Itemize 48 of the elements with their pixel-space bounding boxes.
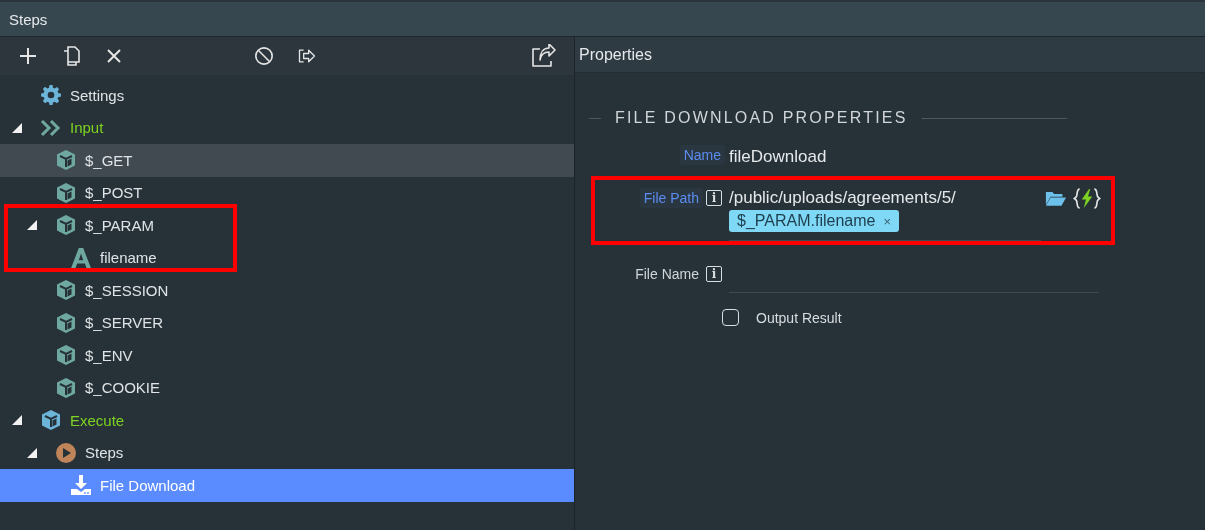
cube-icon — [40, 409, 62, 432]
play-icon — [55, 441, 77, 464]
add-icon[interactable] — [18, 45, 38, 67]
cube-icon — [55, 279, 77, 302]
tree-item[interactable]: Execute — [0, 404, 574, 437]
input-field[interactable]: fileDownload — [729, 145, 1099, 174]
share-icon[interactable] — [530, 44, 556, 68]
folder-icon[interactable] — [1045, 190, 1067, 207]
tree-item[interactable]: $_SESSION — [0, 274, 574, 307]
tree-item[interactable]: $_COOKIE — [0, 371, 574, 404]
variable-tag[interactable]: $_PARAM.filename × — [729, 210, 900, 232]
section-title: FILE DOWNLOAD PROPERTIES — [615, 109, 908, 127]
tree-item[interactable]: Steps — [0, 436, 574, 469]
tree-item[interactable]: $_PARAM — [0, 209, 574, 242]
cube-icon — [55, 181, 77, 204]
input-field[interactable]: /public/uploads/agreements/5/ $_PARAM.filename × — [729, 188, 1041, 241]
remove-icon[interactable]: × — [883, 213, 892, 229]
panel-title: Steps — [9, 10, 48, 28]
dynamic-data-icon[interactable] — [1073, 188, 1101, 209]
letter-icon — [70, 246, 92, 269]
cube-icon — [55, 149, 77, 172]
gear-icon — [40, 84, 62, 107]
tree-item[interactable]: Settings — [0, 79, 574, 112]
copy-icon[interactable] — [61, 45, 81, 67]
tree-item[interactable]: $_POST — [0, 176, 574, 209]
expanded-triangle-icon[interactable] — [27, 220, 37, 231]
download-icon — [70, 474, 92, 497]
cube-icon — [55, 344, 77, 367]
tree-item[interactable]: $_ENV — [0, 339, 574, 372]
cube-icon — [55, 376, 77, 399]
tree-item[interactable]: $_SERVER — [0, 306, 574, 339]
disable-icon[interactable] — [254, 45, 274, 67]
checkbox[interactable] — [722, 309, 739, 326]
field-label: File Name — [634, 265, 700, 284]
expanded-triangle-icon[interactable] — [27, 447, 37, 458]
info-icon[interactable]: i — [706, 266, 722, 282]
tree-item[interactable]: Input — [0, 111, 574, 144]
field-label: File Path — [639, 188, 703, 208]
panel-title: Properties — [579, 45, 652, 64]
expanded-triangle-icon[interactable] — [12, 415, 22, 426]
cube-icon — [55, 214, 77, 237]
checkbox-label: Output Result — [756, 309, 842, 326]
expanded-triangle-icon[interactable] — [12, 122, 22, 133]
field-label: Name — [679, 145, 725, 165]
tree-item[interactable]: $_GET — [0, 144, 574, 177]
info-icon[interactable]: i — [706, 190, 722, 206]
tree-item[interactable]: filename — [0, 241, 574, 274]
cube-icon — [55, 311, 77, 334]
